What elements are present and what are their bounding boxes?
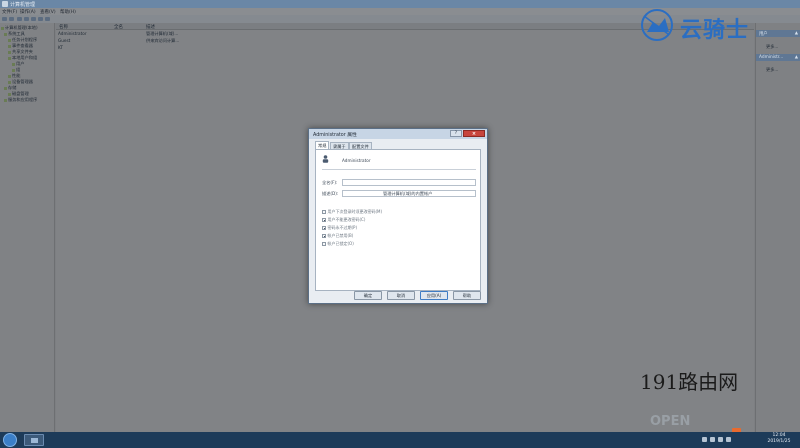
flag-icon[interactable] — [702, 437, 707, 442]
disk-icon — [8, 92, 11, 96]
title-bar: 计算机管理 — [0, 0, 800, 8]
watermark-191: 191路由网 — [640, 370, 739, 394]
tools-icon — [4, 32, 7, 36]
export-icon[interactable] — [38, 17, 43, 21]
folder-icon — [8, 50, 11, 54]
network-icon[interactable] — [710, 437, 715, 442]
actions-more-link[interactable]: 更多... — [766, 44, 778, 50]
dialog-help-button[interactable]: ? — [450, 130, 462, 137]
description-label: 描述(D): — [322, 191, 339, 196]
checkbox-account-locked[interactable]: 帐户已锁定(O) — [322, 241, 354, 247]
refresh-icon[interactable] — [31, 17, 36, 21]
cancel-button[interactable]: 取消 — [387, 291, 415, 300]
up-icon[interactable] — [17, 17, 22, 21]
tab-general[interactable]: 常规 — [315, 141, 330, 149]
actions-more-link[interactable]: 更多... — [766, 67, 778, 73]
volume-icon[interactable] — [718, 437, 723, 442]
folder-icon — [12, 62, 15, 66]
general-panel: Administrator 全名(F): 描述(D): 管理计算机(域)的内置帐… — [315, 149, 481, 291]
fullname-field[interactable] — [342, 179, 476, 186]
help-icon[interactable] — [45, 17, 50, 21]
console-tree: 计算机管理(本地) 系统工具 任务计划程序 事件查看器 共享文件夹 本地用户和组… — [0, 23, 55, 432]
clock-icon — [8, 38, 11, 42]
yunqishi-logo: 云骑士 — [638, 8, 768, 43]
actions-header-label: Administr... — [759, 55, 784, 60]
apply-button[interactable]: 应用(A) — [420, 291, 448, 300]
tab-member-of[interactable]: 隶属于 — [330, 142, 349, 149]
fullname-label: 全名(F): — [322, 180, 338, 185]
clock-date: 2019/1/25 — [767, 439, 791, 444]
description-field[interactable]: 管理计算机(域)的内置帐户 — [342, 190, 476, 197]
username-label: Administrator — [342, 158, 371, 163]
folder-icon — [12, 68, 15, 72]
column-name[interactable]: 名称 — [59, 24, 68, 30]
tab-profile[interactable]: 配置文件 — [349, 142, 372, 149]
column-fullname[interactable]: 全名 — [114, 24, 123, 30]
computer-management-icon — [2, 1, 8, 7]
input-method-icon[interactable] — [726, 437, 731, 442]
start-button[interactable] — [3, 433, 17, 447]
checkbox-password-never-expires[interactable]: 密码永不过期(P) — [322, 225, 357, 231]
checkbox-must-change-password[interactable]: 用户下次登录时须更改密码(M) — [322, 209, 382, 215]
tree-item-services-apps[interactable]: 服务和应用程序 — [4, 97, 37, 103]
show-hide-tree-icon[interactable] — [24, 17, 29, 21]
collapse-arrow-icon: ▲ — [794, 55, 798, 60]
event-icon — [8, 44, 11, 48]
user-name: KT — [58, 45, 63, 50]
dialog-title: Administrator 属性 — [313, 133, 357, 138]
collapse-arrow-icon: ▲ — [794, 31, 798, 36]
user-name: Guest — [58, 38, 71, 43]
back-icon[interactable] — [2, 17, 7, 21]
performance-icon — [8, 74, 11, 78]
checkbox-account-disabled[interactable]: 帐户已禁用(B) — [322, 233, 353, 239]
taskbar-app-computer-management[interactable] — [24, 434, 44, 446]
computer-icon — [1, 26, 4, 30]
user-name: Administrator — [58, 31, 87, 36]
actions-header-administrator[interactable]: Administr... ▲ — [756, 54, 800, 61]
help-button[interactable]: 帮助 — [453, 291, 481, 300]
user-description: 供来宾访问计算... — [146, 38, 180, 43]
watermark-open: OPEN — [650, 414, 691, 429]
actions-pane: 用户 ▲ 更多... Administr... ▲ 更多... — [755, 23, 800, 432]
knight-icon — [641, 9, 673, 41]
taskbar: 12:04 2019/1/25 — [0, 432, 800, 448]
user-icon — [322, 155, 329, 163]
clock[interactable]: 12:04 2019/1/25 — [760, 433, 798, 445]
users-icon — [8, 56, 11, 60]
forward-icon[interactable] — [9, 17, 14, 21]
user-description: 管理计算机(域)... — [146, 31, 179, 36]
device-icon — [8, 80, 11, 84]
dialog-close-button[interactable]: × — [463, 130, 485, 137]
column-description[interactable]: 描述 — [146, 24, 155, 30]
storage-icon — [4, 86, 7, 90]
computer-management-icon — [31, 438, 38, 443]
yunqishi-logo-text: 云骑士 — [680, 18, 750, 43]
checkbox-cannot-change-password[interactable]: 用户不能更改密码(C) — [322, 217, 365, 223]
properties-dialog: Administrator 属性 ? × 常规 隶属于 配置文件 Adminis… — [308, 128, 488, 304]
divider — [322, 169, 476, 170]
ok-button[interactable]: 确定 — [354, 291, 382, 300]
window-title: 计算机管理 — [10, 2, 36, 8]
services-icon — [4, 98, 7, 102]
